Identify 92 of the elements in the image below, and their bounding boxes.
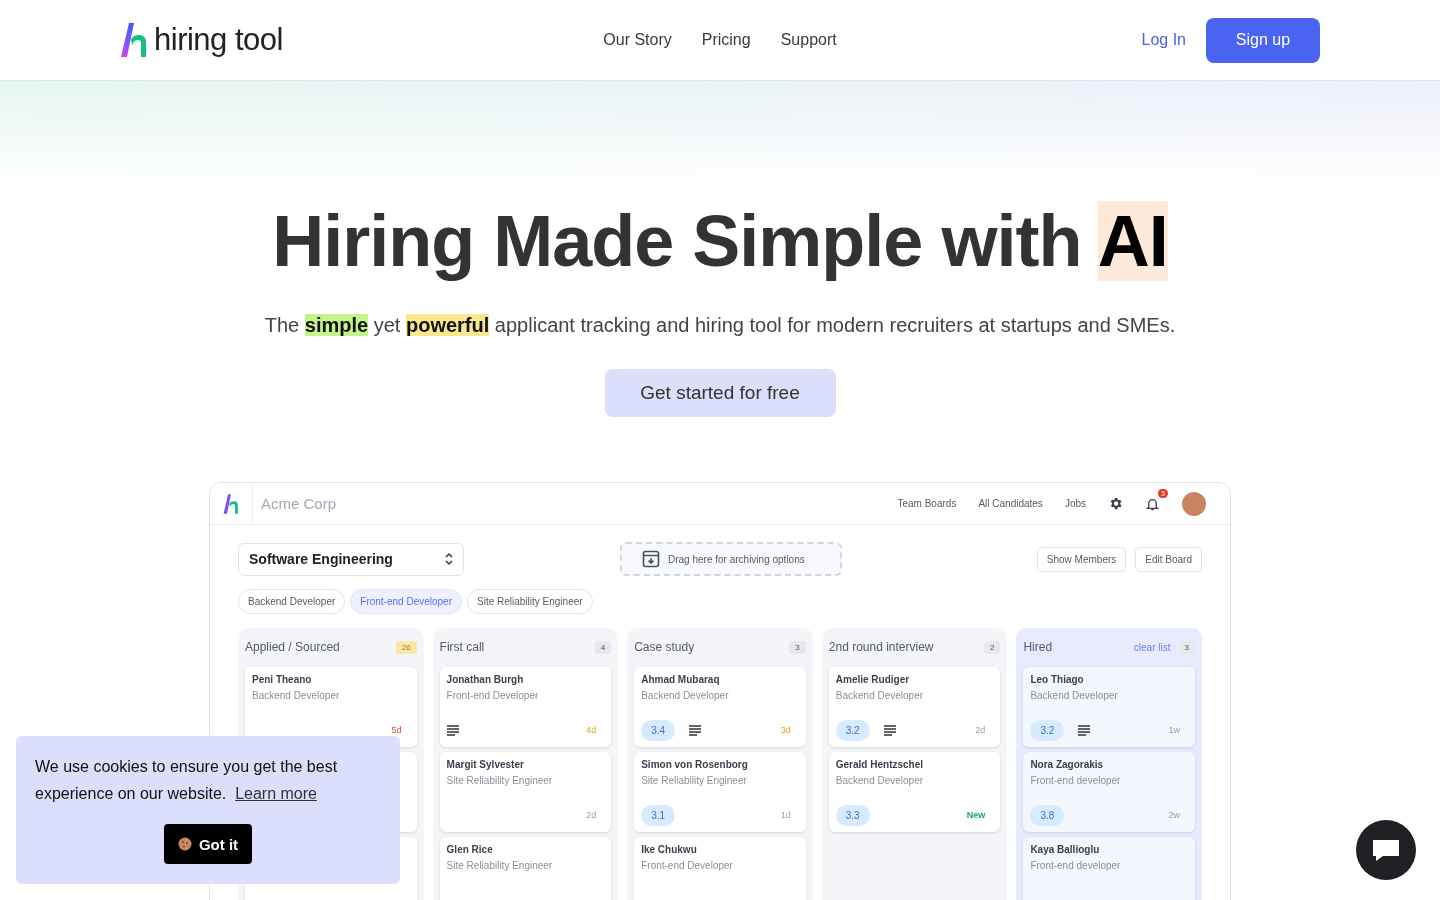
column-count: 4: [594, 640, 612, 654]
candidate-card[interactable]: Ahmad Mubaraq Backend Developer 3.4 3d: [634, 667, 806, 747]
company-name: Acme Corp: [261, 495, 338, 512]
card-age: 1w: [1168, 725, 1181, 735]
app-nav-link[interactable]: Team Boards: [897, 498, 957, 509]
chevron-up-down-icon: [445, 552, 453, 566]
column-count: 3: [1178, 640, 1195, 654]
rating-pill: 3.2: [1030, 719, 1065, 741]
candidate-name: Jonathan Burgh: [446, 674, 525, 685]
rating-pill: 3.4: [641, 719, 676, 741]
learn-more-link[interactable]: Learn more: [235, 785, 317, 802]
job-filter-chip[interactable]: Backend Developer: [238, 589, 346, 614]
card-age: 4d: [586, 725, 598, 735]
candidate-role: Backend Developer: [1030, 690, 1119, 701]
candidate-card[interactable]: Amelie Rudiger Backend Developer 3.2 2d: [828, 667, 1001, 747]
app-nav-link[interactable]: Jobs: [1064, 498, 1086, 509]
candidate-name: Kaya Ballioglu: [1030, 844, 1101, 855]
card-age: 2w: [1168, 810, 1181, 820]
user-avatar[interactable]: [1182, 491, 1206, 516]
nav-link[interactable]: Support: [780, 31, 837, 49]
card-age: 5d: [391, 725, 403, 735]
card-age: New: [966, 810, 987, 820]
card-age: 2d: [586, 810, 598, 820]
job-filter-chip[interactable]: Site Reliability Engineer: [467, 589, 593, 614]
candidate-name: Simon von Rosenborg: [641, 759, 749, 770]
logo-text[interactable]: hiring tool: [154, 22, 283, 58]
logo-icon: [120, 21, 148, 59]
nav-link[interactable]: Our Story: [603, 31, 672, 49]
candidate-card[interactable]: Kaya Ballioglu Front-end developer: [1023, 837, 1195, 900]
chat-button[interactable]: [1356, 820, 1416, 880]
hero-title: Hiring Made Simple with AI: [272, 200, 1168, 283]
column-count: 26: [395, 640, 417, 654]
candidate-name: Amelie Rudiger: [835, 674, 911, 685]
chat-bubble-icon: [1371, 837, 1401, 863]
get-started-button[interactable]: Get started for free: [604, 369, 836, 417]
column-title: Applied / Sourced: [245, 640, 341, 654]
candidate-card[interactable]: Nora Zagorakis Front-end developer 3.8 2w: [1023, 752, 1195, 832]
candidate-name: Glen Rice: [446, 844, 494, 855]
candidate-role: Backend Developer: [641, 690, 730, 701]
candidate-role: Backend Developer: [835, 690, 925, 701]
cookie-message: We use cookies to ensure you get the best experience on our website. Learn more: [35, 757, 339, 804]
candidate-role: Site Reliability Engineer: [446, 775, 554, 786]
app-nav-link[interactable]: All Candidates: [978, 498, 1043, 509]
rating-pill: 3.2: [835, 719, 870, 741]
candidate-name: Leo Thiago: [1030, 674, 1085, 685]
nav-link[interactable]: Pricing: [701, 31, 751, 49]
archive-drop-label: Drag here for archiving options: [668, 553, 805, 565]
candidate-role: Front-end Developer: [446, 690, 540, 701]
candidate-card[interactable]: Simon von Rosenborg Site Reliability Engineer 3.1 1d: [634, 752, 806, 832]
candidate-name: Ahmad Mubaraq: [641, 674, 721, 685]
candidate-name: Ike Chukwu: [641, 844, 698, 855]
candidate-card[interactable]: Ike Chukwu Front-end Developer: [634, 837, 806, 900]
candidate-card[interactable]: Leo Thiago Backend Developer 3.2 1w: [1023, 667, 1195, 747]
job-filter-chip[interactable]: Front-end Developer: [350, 589, 462, 614]
hero-subtitle: The simple yet powerful applicant tracking and hiring tool for modern recruiters at startups and SMEs.: [264, 314, 1176, 337]
candidate-role: Site Reliability Engineer: [641, 775, 748, 786]
column-title: Case study: [634, 640, 696, 654]
signup-button[interactable]: Sign up: [1206, 17, 1320, 63]
archive-box-icon: [642, 550, 660, 568]
candidate-role: Site Reliability Engineer: [446, 860, 554, 871]
candidate-name: Nora Zagorakis: [1030, 759, 1105, 770]
candidate-card[interactable]: Jonathan Burgh Front-end Developer 4d: [439, 667, 612, 747]
candidate-card[interactable]: Margit Sylvester Site Reliability Engineer 2d: [439, 752, 612, 832]
column-title: First call: [439, 640, 486, 654]
candidate-name: Peni Theano: [252, 674, 313, 685]
settings-icon[interactable]: [1108, 496, 1123, 511]
candidate-name: Gerald Hentzschel: [835, 759, 925, 770]
column-count: 3: [789, 640, 806, 654]
candidate-role: Front-end Developer: [641, 860, 734, 871]
rating-pill: 3.1: [641, 804, 676, 826]
candidate-role: Backend Developer: [252, 690, 341, 701]
rating-pill: 3.8: [1030, 804, 1065, 826]
column-count: 2: [983, 640, 1001, 654]
logo-icon: [223, 492, 239, 515]
candidate-role: Backend Developer: [835, 775, 925, 786]
got-it-button[interactable]: Got it: [163, 824, 253, 864]
login-link[interactable]: Log In: [1141, 31, 1186, 49]
candidate-card[interactable]: Glen Rice Site Reliability Engineer: [439, 837, 612, 900]
board-action-button[interactable]: Show Members: [1036, 546, 1127, 572]
card-age: 2d: [975, 725, 987, 735]
rating-pill: 3.3: [835, 804, 870, 826]
column-title: Hired: [1023, 640, 1054, 654]
board-select[interactable]: Software Engineering: [238, 542, 464, 576]
candidate-role: Front-end developer: [1030, 860, 1122, 871]
candidate-role: Front-end developer: [1030, 775, 1122, 786]
candidate-name: Margit Sylvester: [446, 759, 525, 770]
column-title: 2nd round interview: [828, 640, 935, 654]
cookie-icon: [177, 837, 192, 851]
candidate-card[interactable]: Gerald Hentzschel Backend Developer 3.3 New: [828, 752, 1001, 832]
card-age: 3d: [780, 725, 792, 735]
card-age: 1d: [780, 810, 792, 820]
board-action-button[interactable]: Edit Board: [1135, 546, 1202, 572]
